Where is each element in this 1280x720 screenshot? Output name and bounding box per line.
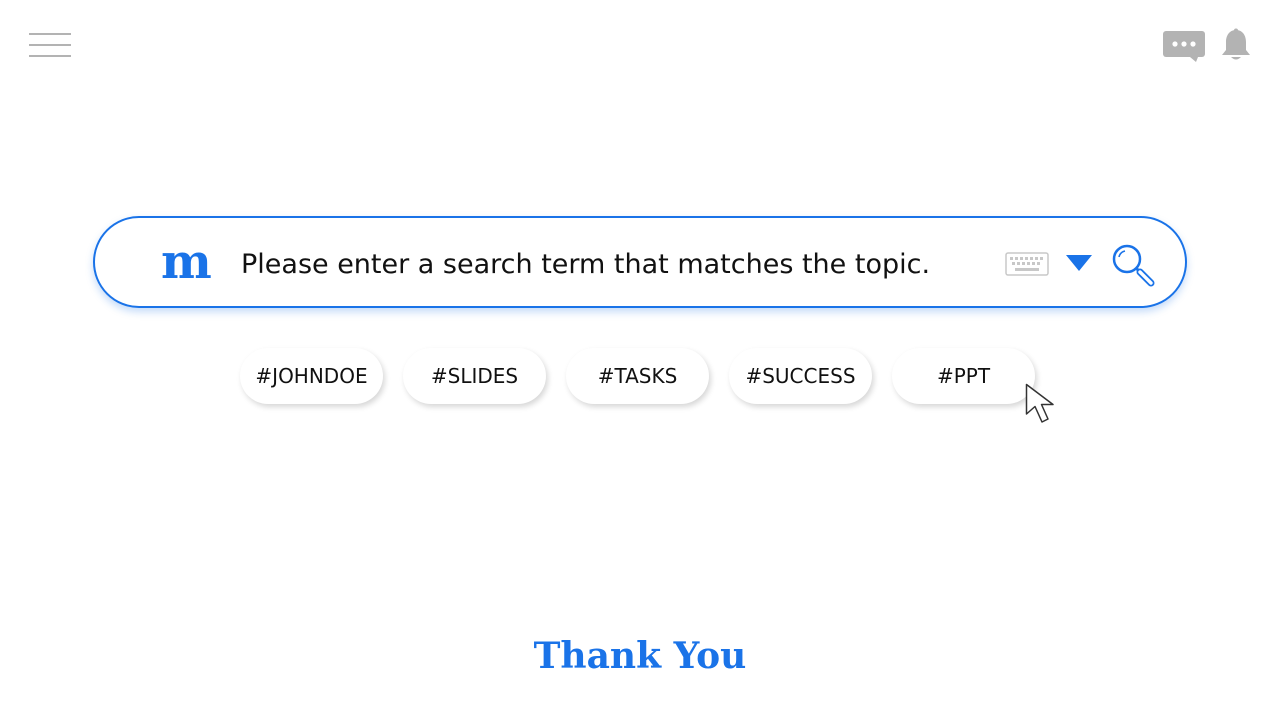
chat-bubble-icon (1163, 31, 1205, 62)
tag-tasks[interactable]: #TASKS (566, 348, 709, 404)
mouse-cursor (1025, 383, 1069, 427)
search-input[interactable] (241, 240, 981, 288)
tag-list: #JOHNDOE #SLIDES #TASKS #SUCCESS #PPT (240, 348, 1035, 404)
bell-icon (1222, 28, 1250, 60)
chat-button[interactable] (1162, 28, 1206, 62)
header-actions (1162, 28, 1252, 62)
tag-johndoe[interactable]: #JOHNDOE (240, 348, 383, 404)
logo: m (161, 234, 212, 290)
dropdown-button[interactable] (1065, 254, 1093, 272)
thank-you-title: Thank You (533, 635, 747, 677)
tag-success[interactable]: #SUCCESS (729, 348, 872, 404)
tag-ppt[interactable]: #PPT (892, 348, 1035, 404)
keyboard-button[interactable] (1005, 252, 1049, 276)
arrow-cursor-icon (1025, 383, 1054, 423)
keyboard-icon (1005, 252, 1049, 276)
search-button[interactable] (1109, 241, 1155, 287)
page: m Please enter a search term that matche… (0, 0, 1280, 720)
hamburger-menu-icon (29, 33, 71, 57)
dropdown-triangle-icon (1066, 255, 1092, 271)
search-bar: m (93, 216, 1187, 308)
magnifier-icon (1112, 244, 1155, 287)
notification-button[interactable] (1220, 28, 1252, 62)
menu-button[interactable] (29, 33, 71, 59)
tag-slides[interactable]: #SLIDES (403, 348, 546, 404)
